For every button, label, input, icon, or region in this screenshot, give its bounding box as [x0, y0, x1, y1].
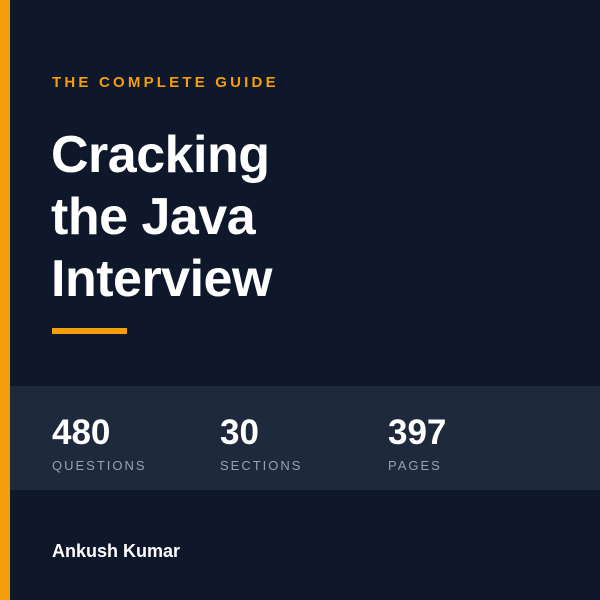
title-line-3: Interview	[51, 250, 272, 308]
left-accent-bar	[0, 0, 10, 600]
book-title: Cracking the Java Interview	[51, 124, 571, 310]
author-name: Ankush Kumar	[52, 541, 181, 561]
stat-sections-value: 30	[220, 413, 259, 452]
title-line-1: Cracking	[51, 126, 270, 184]
cover-eyebrow: THE COMPLETE GUIDE	[52, 74, 279, 91]
stat-pages-value: 397	[388, 413, 447, 452]
title-underline	[52, 328, 127, 334]
stat-sections: 30 SECTIONS	[220, 413, 303, 474]
stat-questions: 480 QUESTIONS	[52, 413, 147, 474]
book-cover: THE COMPLETE GUIDE Cracking the Java Int…	[0, 0, 600, 600]
stat-pages-label: PAGES	[388, 458, 442, 473]
stats-band: 480 QUESTIONS 30 SECTIONS 397 PAGES	[10, 386, 600, 490]
stat-sections-label: SECTIONS	[220, 458, 303, 473]
stat-questions-label: QUESTIONS	[52, 458, 147, 473]
title-line-2: the Java	[51, 188, 256, 246]
stat-pages: 397 PAGES	[388, 413, 447, 474]
stat-questions-value: 480	[52, 413, 111, 452]
